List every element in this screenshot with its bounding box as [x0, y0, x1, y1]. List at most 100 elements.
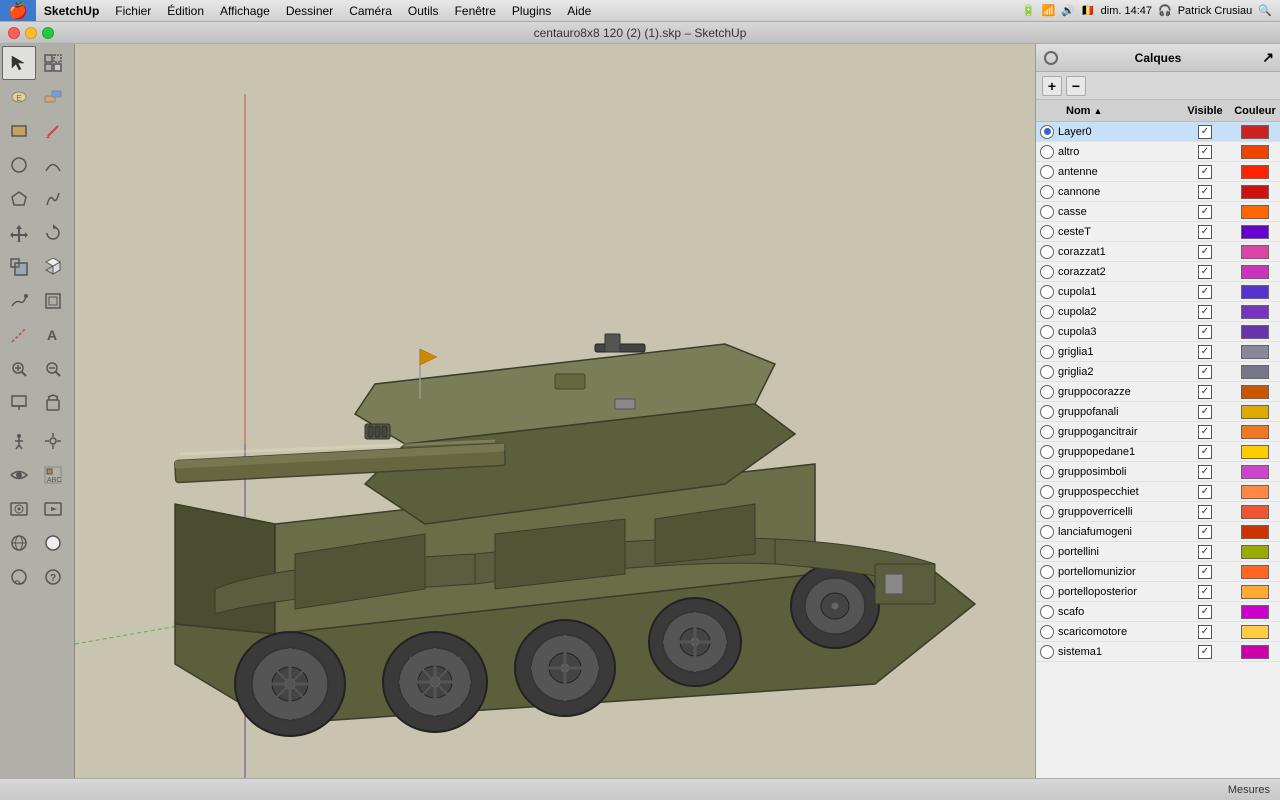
menu-edition[interactable]: Édition — [159, 0, 212, 21]
layer-radio[interactable] — [1040, 205, 1054, 219]
layer-visible-checkbox[interactable]: ✓ — [1180, 385, 1230, 399]
layer-color-swatch[interactable] — [1230, 445, 1280, 459]
layer-radio[interactable] — [1040, 625, 1054, 639]
maximize-button[interactable] — [42, 27, 54, 39]
layer-row[interactable]: cupola1✓ — [1036, 282, 1280, 302]
layer-color-swatch[interactable] — [1230, 405, 1280, 419]
layer-row[interactable]: scaricomotore✓ — [1036, 622, 1280, 642]
layer-visible-checkbox[interactable]: ✓ — [1180, 205, 1230, 219]
layer-visible-checkbox[interactable]: ✓ — [1180, 365, 1230, 379]
layer-radio[interactable] — [1040, 305, 1054, 319]
layer-visible-checkbox[interactable]: ✓ — [1180, 345, 1230, 359]
layer-row[interactable]: portelloposterior✓ — [1036, 582, 1280, 602]
tool-scene[interactable] — [2, 492, 36, 526]
tool-walktrough[interactable] — [2, 424, 36, 458]
tool-arc[interactable] — [36, 148, 70, 182]
layer-color-swatch[interactable] — [1230, 545, 1280, 559]
layer-color-swatch[interactable] — [1230, 565, 1280, 579]
tool-globe[interactable] — [2, 526, 36, 560]
layer-visible-checkbox[interactable]: ✓ — [1180, 265, 1230, 279]
layer-color-swatch[interactable] — [1230, 605, 1280, 619]
layer-visible-checkbox[interactable]: ✓ — [1180, 545, 1230, 559]
menu-sketchup[interactable]: SketchUp — [36, 0, 107, 21]
layer-radio[interactable] — [1040, 145, 1054, 159]
layer-radio[interactable] — [1040, 265, 1054, 279]
layer-visible-checkbox[interactable]: ✓ — [1180, 525, 1230, 539]
layer-color-swatch[interactable] — [1230, 245, 1280, 259]
layer-color-swatch[interactable] — [1230, 325, 1280, 339]
layer-color-swatch[interactable] — [1230, 465, 1280, 479]
layer-radio[interactable] — [1040, 325, 1054, 339]
layer-radio[interactable] — [1040, 365, 1054, 379]
layer-color-swatch[interactable] — [1230, 165, 1280, 179]
tool-text[interactable]: A — [36, 318, 70, 352]
tool-moon[interactable] — [36, 526, 70, 560]
layer-radio[interactable] — [1040, 605, 1054, 619]
layer-color-swatch[interactable] — [1230, 385, 1280, 399]
layer-row[interactable]: cupola3✓ — [1036, 322, 1280, 342]
layer-row[interactable]: grupposimboli✓ — [1036, 462, 1280, 482]
layer-visible-checkbox[interactable]: ✓ — [1180, 505, 1230, 519]
layer-visible-checkbox[interactable]: ✓ — [1180, 325, 1230, 339]
layer-row[interactable]: scafo✓ — [1036, 602, 1280, 622]
tool-circle[interactable] — [2, 148, 36, 182]
tool-pushpull[interactable] — [36, 250, 70, 284]
layer-color-swatch[interactable] — [1230, 585, 1280, 599]
layer-visible-checkbox[interactable]: ✓ — [1180, 645, 1230, 659]
tool-select[interactable] — [2, 46, 36, 80]
menu-camera[interactable]: Caméra — [341, 0, 400, 21]
layer-color-swatch[interactable] — [1230, 525, 1280, 539]
layer-color-swatch[interactable] — [1230, 285, 1280, 299]
viewport[interactable] — [75, 44, 1035, 778]
layer-visible-checkbox[interactable]: ✓ — [1180, 225, 1230, 239]
layer-color-swatch[interactable] — [1230, 125, 1280, 139]
3d-canvas[interactable] — [75, 44, 1035, 778]
layer-color-swatch[interactable] — [1230, 345, 1280, 359]
tool-followme[interactable] — [2, 284, 36, 318]
layer-visible-checkbox[interactable]: ✓ — [1180, 425, 1230, 439]
layer-visible-checkbox[interactable]: ✓ — [1180, 245, 1230, 259]
layer-row[interactable]: griglia1✓ — [1036, 342, 1280, 362]
layer-row[interactable]: cupola2✓ — [1036, 302, 1280, 322]
layer-visible-checkbox[interactable]: ✓ — [1180, 405, 1230, 419]
layer-color-swatch[interactable] — [1230, 505, 1280, 519]
layer-color-swatch[interactable] — [1230, 265, 1280, 279]
layer-row[interactable]: gruppogancitrair✓ — [1036, 422, 1280, 442]
layer-row[interactable]: gruppoverricelli✓ — [1036, 502, 1280, 522]
apple-menu[interactable]: 🍎 — [0, 0, 36, 21]
layer-color-swatch[interactable] — [1230, 485, 1280, 499]
menu-affichage[interactable]: Affichage — [212, 0, 278, 21]
layer-radio[interactable] — [1040, 525, 1054, 539]
layer-radio[interactable] — [1040, 225, 1054, 239]
layer-row[interactable]: sistema1✓ — [1036, 642, 1280, 662]
layer-row[interactable]: antenne✓ — [1036, 162, 1280, 182]
close-button[interactable] — [8, 27, 20, 39]
tool-pencil[interactable] — [36, 114, 70, 148]
layer-radio[interactable] — [1040, 645, 1054, 659]
layer-radio[interactable] — [1040, 125, 1054, 139]
layer-radio[interactable] — [1040, 385, 1054, 399]
tool-tape[interactable] — [2, 318, 36, 352]
layer-radio[interactable] — [1040, 405, 1054, 419]
layers-export-button[interactable]: ↗ — [1262, 49, 1274, 66]
layer-row[interactable]: portellini✓ — [1036, 542, 1280, 562]
sort-arrow-icon[interactable]: ▲ — [1094, 106, 1103, 116]
remove-layer-button[interactable]: − — [1066, 76, 1086, 96]
tool-pan[interactable] — [36, 386, 70, 420]
layer-visible-checkbox[interactable]: ✓ — [1180, 185, 1230, 199]
tool-eraser[interactable]: E — [2, 80, 36, 114]
layer-color-swatch[interactable] — [1230, 365, 1280, 379]
menu-fichier[interactable]: Fichier — [107, 0, 159, 21]
tool-zoom[interactable] — [2, 386, 36, 420]
layer-radio[interactable] — [1040, 245, 1054, 259]
layer-row[interactable]: gruppocorazze✓ — [1036, 382, 1280, 402]
layer-radio[interactable] — [1040, 585, 1054, 599]
tool-freehand[interactable] — [36, 182, 70, 216]
layer-radio[interactable] — [1040, 485, 1054, 499]
tool-move[interactable] — [2, 216, 36, 250]
layer-visible-checkbox[interactable]: ✓ — [1180, 625, 1230, 639]
menu-plugins[interactable]: Plugins — [504, 0, 559, 21]
layer-radio[interactable] — [1040, 185, 1054, 199]
minimize-button[interactable] — [25, 27, 37, 39]
menu-fenetre[interactable]: Fenêtre — [447, 0, 504, 21]
